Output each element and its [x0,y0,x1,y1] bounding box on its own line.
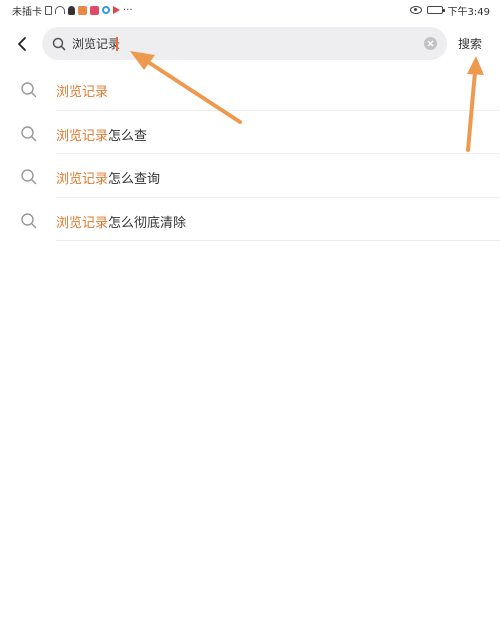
search-button[interactable]: 搜索 [458,35,482,52]
suggestion-rest: 怎么查 [108,128,148,144]
suggestion-list: 浏览记录 浏览记录怎么查 浏览记录怎么查询 浏览记录怎么彻底清除 [0,67,500,241]
search-icon [20,168,38,186]
clear-button[interactable] [424,37,437,50]
clock: 下午3:49 [447,6,490,18]
screen: 未插卡 ··· 下午3:49 浏览记录 搜索 浏览记录 浏览记录怎么查 浏览记录… [0,0,500,640]
back-arrow-icon [18,37,26,51]
suggestion-item[interactable]: 浏览记录怎么查 [0,111,500,154]
carrier-text: 未插卡 [12,6,42,18]
battery-icon [426,6,445,14]
eye-icon [409,6,422,14]
status-right: 下午3:49 [409,3,490,18]
clear-icon [427,40,434,47]
status-left: 未插卡 ··· [12,3,133,18]
suggestion-highlight: 浏览记录 [56,215,109,231]
search-input[interactable] [72,36,402,51]
status-bar: 未插卡 ··· 下午3:49 [0,0,500,20]
search-icon [20,81,38,99]
app-notification-icon [78,5,87,15]
search-icon [20,212,38,230]
suggestion-label: 浏览记录怎么彻底清除 [56,212,186,231]
browser-notification-icon [102,6,110,14]
suggestion-label: 浏览记录 [56,81,108,100]
text-cursor [116,37,118,51]
suggestion-item[interactable]: 浏览记录 [0,67,500,111]
suggestion-highlight: 浏览记录 [56,172,109,187]
suggestion-highlight: 浏览记录 [56,128,109,144]
qq-notification-icon [68,5,75,15]
wifi-icon [55,6,65,14]
search-box[interactable] [42,27,447,60]
suggestion-item[interactable]: 浏览记录怎么彻底清除 [0,198,500,241]
search-icon [52,37,66,50]
search-icon [20,125,38,143]
sim-card-icon [45,5,52,15]
more-notifications: ··· [123,4,133,16]
back-button[interactable] [8,30,36,58]
divider [56,240,500,241]
suggestion-rest: 怎么彻底清除 [108,215,187,231]
suggestion-label: 浏览记录怎么查 [56,125,147,144]
suggestion-rest: 怎么查询 [108,172,161,187]
suggestion-label: 浏览记录怎么查询 [56,168,160,187]
suggestion-item[interactable]: 浏览记录怎么查询 [0,154,500,198]
app-notification-icon [90,5,99,15]
video-notification-icon [113,6,120,14]
suggestion-highlight: 浏览记录 [56,85,109,100]
